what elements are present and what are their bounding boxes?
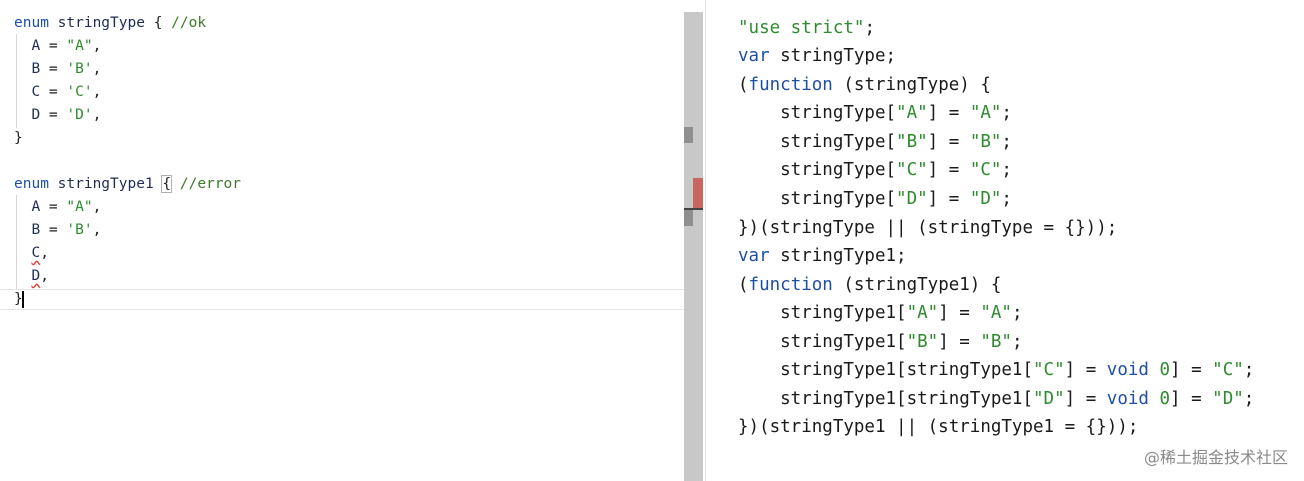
code-line: D = 'D',	[31, 107, 102, 123]
scrollbar-thumb[interactable]	[684, 210, 693, 226]
output-line: stringType1[stringType1["D"] = void 0] =…	[738, 389, 1255, 409]
current-line-highlight	[0, 289, 684, 310]
output-line: stringType1[stringType1["C"] = void 0] =…	[738, 360, 1255, 380]
text-cursor	[21, 290, 24, 308]
output-line: (function (stringType) {	[738, 75, 991, 95]
code-line: }	[14, 130, 23, 146]
output-line: stringType1["B"] = "B";	[738, 332, 1023, 352]
matched-brace: {	[161, 175, 173, 193]
output-line: "use strict";	[738, 18, 875, 38]
code-line: B = 'B',	[31, 61, 102, 77]
output-line: (function (stringType1) {	[738, 275, 1002, 295]
code-line: B = 'B',	[31, 222, 102, 238]
code-line: }	[14, 290, 24, 308]
output-line: var stringType1;	[738, 246, 907, 266]
output-line: stringType1["A"] = "A";	[738, 303, 1023, 323]
watermark: @稀土掘金技术社区	[1143, 448, 1288, 467]
source-editor[interactable]: enum stringType { //ok A = "A", B = 'B',…	[0, 0, 684, 481]
scrollbar-thumb[interactable]	[684, 127, 693, 143]
output-line: })(stringType1 || (stringType1 = {}));	[738, 417, 1139, 437]
output-line: stringType["B"] = "B";	[738, 132, 1012, 152]
error-squiggle: C	[31, 245, 41, 261]
code-line: enum stringType { //ok	[14, 15, 207, 31]
compiled-output: "use strict"; var stringType; (function …	[706, 0, 1304, 481]
code-line: A = "A",	[31, 38, 102, 54]
output-line: stringType["A"] = "A";	[738, 103, 1012, 123]
output-line: stringType["D"] = "D";	[738, 189, 1012, 209]
code-line: A = "A",	[31, 199, 102, 215]
output-line: stringType["C"] = "C";	[738, 160, 1012, 180]
code-line-error: C,	[31, 245, 49, 261]
code-line: C = 'C',	[31, 84, 102, 100]
error-squiggle: D	[31, 268, 41, 284]
output-line: })(stringType || (stringType = {}));	[738, 218, 1118, 238]
code-line-error: D,	[31, 268, 49, 284]
output-line: var stringType;	[738, 46, 897, 66]
error-marker[interactable]	[693, 178, 703, 210]
editor-scrollbar[interactable]	[684, 12, 703, 481]
code-line: enum stringType1 { //error	[14, 175, 241, 193]
